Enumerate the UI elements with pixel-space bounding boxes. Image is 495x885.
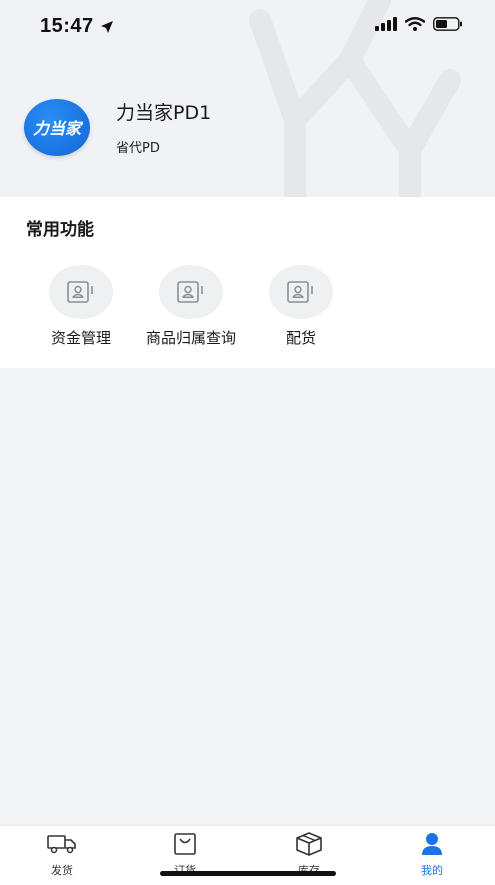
avatar[interactable]: 力当家 — [24, 98, 90, 156]
function-distribution[interactable]: 配货 — [241, 265, 361, 348]
function-icon-circle — [49, 265, 113, 319]
tab-shipping[interactable]: 发货 — [22, 832, 102, 878]
box-icon — [296, 832, 322, 856]
function-label: 配货 — [285, 329, 316, 347]
tab-mine[interactable]: 我的 — [392, 832, 472, 878]
tab-icon-wrap — [269, 832, 349, 856]
user-icon — [422, 833, 442, 855]
function-product-ownership-query[interactable]: 商品归属查询 — [131, 265, 251, 348]
profile-header: 15:47 力当家 力当家PD1 省代PD — [0, 0, 495, 197]
status-time: 15:47 — [40, 15, 114, 38]
contact-card-icon — [287, 281, 313, 303]
section-title: 常用功能 — [26, 220, 94, 240]
battery-icon — [433, 17, 462, 31]
function-fund-management[interactable]: 资金管理 — [21, 265, 141, 348]
status-time-text: 15:47 — [40, 15, 94, 37]
contact-card-icon — [177, 281, 203, 303]
status-bar: 15:47 — [0, 0, 495, 54]
signal-icon — [375, 17, 397, 31]
user-role: 省代PD — [116, 141, 160, 156]
location-arrow-icon — [100, 20, 113, 33]
tab-label: 发货 — [51, 864, 73, 877]
wifi-icon — [405, 17, 425, 31]
tab-icon-wrap — [145, 832, 225, 856]
tab-icon-wrap — [22, 832, 102, 856]
function-label: 商品归属查询 — [145, 329, 236, 347]
truck-icon — [47, 835, 76, 854]
tab-icon-wrap — [392, 832, 472, 856]
contact-card-icon — [67, 281, 93, 303]
bottom-tab-bar: 发货 订货 库存 我的 — [0, 825, 495, 885]
home-indicator — [160, 871, 336, 876]
tab-label: 我的 — [421, 864, 443, 877]
avatar-logo-text: 力当家 — [32, 119, 81, 138]
function-label: 资金管理 — [50, 329, 111, 347]
function-icon-circle — [159, 265, 223, 319]
status-icons — [375, 17, 463, 31]
function-icon-circle — [269, 265, 333, 319]
common-functions-section: 常用功能 资金管理 商品归属查询 配货 — [0, 197, 495, 368]
profile-text: 力当家PD1 省代PD — [116, 98, 211, 156]
user-name: 力当家PD1 — [116, 102, 212, 124]
bag-icon — [174, 833, 196, 855]
profile-block[interactable]: 力当家 力当家PD1 省代PD — [24, 98, 211, 156]
